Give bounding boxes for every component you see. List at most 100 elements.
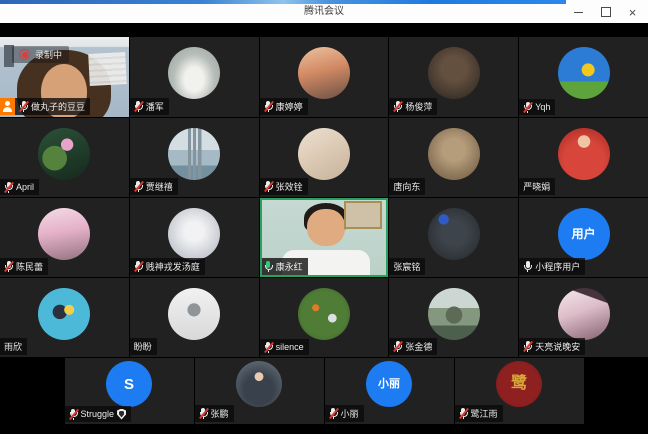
participant-nameplate: 天亮说晚安 — [519, 338, 585, 355]
microphone-icon — [264, 342, 273, 353]
nameplate-background: 做丸子的豆豆 — [15, 98, 90, 115]
participant-nameplate: 张宸铭 — [389, 258, 425, 275]
participant-avatar — [298, 128, 350, 180]
nameplate-background: 小丽 — [325, 405, 364, 422]
titlebar: 腾讯会议 × — [0, 0, 648, 23]
grid-row-1: 录制中 做丸子的豆豆 潘军 — [0, 37, 648, 117]
participant-tile[interactable]: April — [0, 118, 129, 197]
nameplate-background: 小程序用户 — [519, 258, 585, 275]
participant-nameplate: 康永红 — [260, 258, 308, 275]
participant-avatar: 用户 — [558, 208, 610, 260]
participant-avatar — [558, 288, 610, 340]
nameplate-background: 严晓娟 — [519, 178, 555, 195]
participant-nameplate: Yqh — [519, 99, 555, 115]
minimize-button[interactable] — [565, 3, 592, 21]
participant-tile[interactable]: 张鹏 — [195, 358, 324, 424]
microphone-icon — [523, 261, 532, 272]
participant-tile[interactable]: 贾继禧 — [130, 118, 259, 197]
maximize-button[interactable] — [592, 3, 619, 21]
microphone-icon — [134, 101, 143, 112]
participant-tile[interactable]: 用户 小程序用户 — [519, 198, 648, 277]
nameplate-background: Yqh — [519, 99, 555, 115]
participant-tile[interactable]: 张金德 — [389, 278, 518, 357]
participant-nameplate: 严晓娟 — [519, 178, 555, 195]
microphone-icon — [264, 101, 273, 112]
microphone-icon — [393, 341, 402, 352]
participant-tile[interactable]: 唐向东 — [389, 118, 518, 197]
participant-tile[interactable]: 张效铨 — [260, 118, 389, 197]
shield-badge-icon — [117, 409, 126, 420]
participant-nameplate: 潘军 — [130, 98, 169, 115]
participant-nameplate: 陈民蕾 — [0, 258, 48, 275]
participant-tile[interactable]: 陈民蕾 — [0, 198, 129, 277]
participant-tile[interactable]: Yqh — [519, 37, 648, 117]
participant-tile[interactable]: 张宸铭 — [389, 198, 518, 277]
participant-tile[interactable]: 鹭 鹭江雨 — [455, 358, 584, 424]
nameplate-background: 唐向东 — [389, 178, 425, 195]
recording-indicator: 录制中 — [12, 46, 69, 63]
nameplate-background: silence — [260, 339, 309, 355]
microphone-icon — [69, 409, 78, 420]
participant-name: 贾继禧 — [146, 180, 173, 193]
microphone-icon — [523, 102, 532, 113]
participant-avatar — [236, 361, 282, 407]
participant-name: 潘军 — [146, 100, 164, 113]
participant-name: 严晓娟 — [523, 180, 550, 193]
participant-name: 做丸子的豆豆 — [31, 100, 85, 113]
participant-avatar — [558, 128, 610, 180]
participant-avatar — [298, 288, 350, 340]
participant-tile[interactable]: 盼盼 — [130, 278, 259, 357]
maximize-icon — [601, 7, 611, 17]
participant-name: 张金德 — [405, 340, 432, 353]
nameplate-background: 雨欣 — [0, 338, 27, 355]
participant-nameplate: 张效铨 — [260, 178, 308, 195]
participant-nameplate: 贾继禧 — [130, 178, 178, 195]
recording-icon — [19, 49, 30, 60]
participant-tile[interactable]: 小丽 小丽 — [325, 358, 454, 424]
microphone-icon — [264, 181, 273, 192]
participant-nameplate: 张金德 — [389, 338, 437, 355]
participant-tile[interactable]: 杨俊萍 — [389, 37, 518, 117]
participant-nameplate: 小程序用户 — [519, 258, 585, 275]
window-accent-strip — [0, 0, 566, 4]
participant-avatar — [168, 128, 220, 180]
participant-tile[interactable]: 康婷婷 — [260, 37, 389, 117]
nameplate-background: 潘军 — [130, 98, 169, 115]
participant-tile[interactable]: silence — [260, 278, 389, 357]
participant-avatar: 小丽 — [366, 361, 412, 407]
avatar-initials: 鹭 — [511, 376, 527, 392]
close-button[interactable]: × — [619, 3, 646, 21]
participant-tile[interactable]: 潘军 — [130, 37, 259, 117]
participant-tile[interactable]: 康永红 — [260, 198, 389, 277]
nameplate-background: 贾继禧 — [130, 178, 178, 195]
nameplate-background: April — [0, 179, 39, 195]
participant-name: 陈民蕾 — [16, 260, 43, 273]
participant-nameplate: silence — [260, 339, 309, 355]
participant-tile[interactable]: 录制中 做丸子的豆豆 — [0, 37, 129, 117]
nameplate-background: Struggle — [65, 406, 132, 422]
participant-nameplate: 盼盼 — [130, 338, 157, 355]
close-icon: × — [629, 6, 637, 19]
participant-avatar — [168, 47, 220, 99]
participant-tile[interactable]: 雨欣 — [0, 278, 129, 357]
nameplate-background: 康永红 — [260, 258, 308, 275]
participant-tile[interactable]: S Struggle — [65, 358, 194, 424]
participant-name: 小程序用户 — [535, 260, 580, 273]
participant-nameplate: Struggle — [65, 406, 132, 422]
participant-tile[interactable]: 贱神戎发汤庭 — [130, 198, 259, 277]
microphone-icon — [523, 341, 532, 352]
nameplate-background: 张金德 — [389, 338, 437, 355]
participant-avatar — [298, 47, 350, 99]
participant-tile[interactable]: 严晓娟 — [519, 118, 648, 197]
avatar-initials: 用户 — [572, 228, 596, 240]
nameplate-background: 张鹏 — [195, 405, 234, 422]
avatar-initials: 小丽 — [378, 379, 400, 390]
microphone-icon — [19, 101, 28, 112]
participant-name: silence — [276, 342, 304, 352]
nameplate-background: 天亮说晚安 — [519, 338, 585, 355]
nameplate-background: 陈民蕾 — [0, 258, 48, 275]
nameplate-background: 盼盼 — [130, 338, 157, 355]
participant-name: 贱神戎发汤庭 — [146, 260, 200, 273]
participant-tile[interactable]: 天亮说晚安 — [519, 278, 648, 357]
participant-avatar: S — [106, 361, 152, 407]
